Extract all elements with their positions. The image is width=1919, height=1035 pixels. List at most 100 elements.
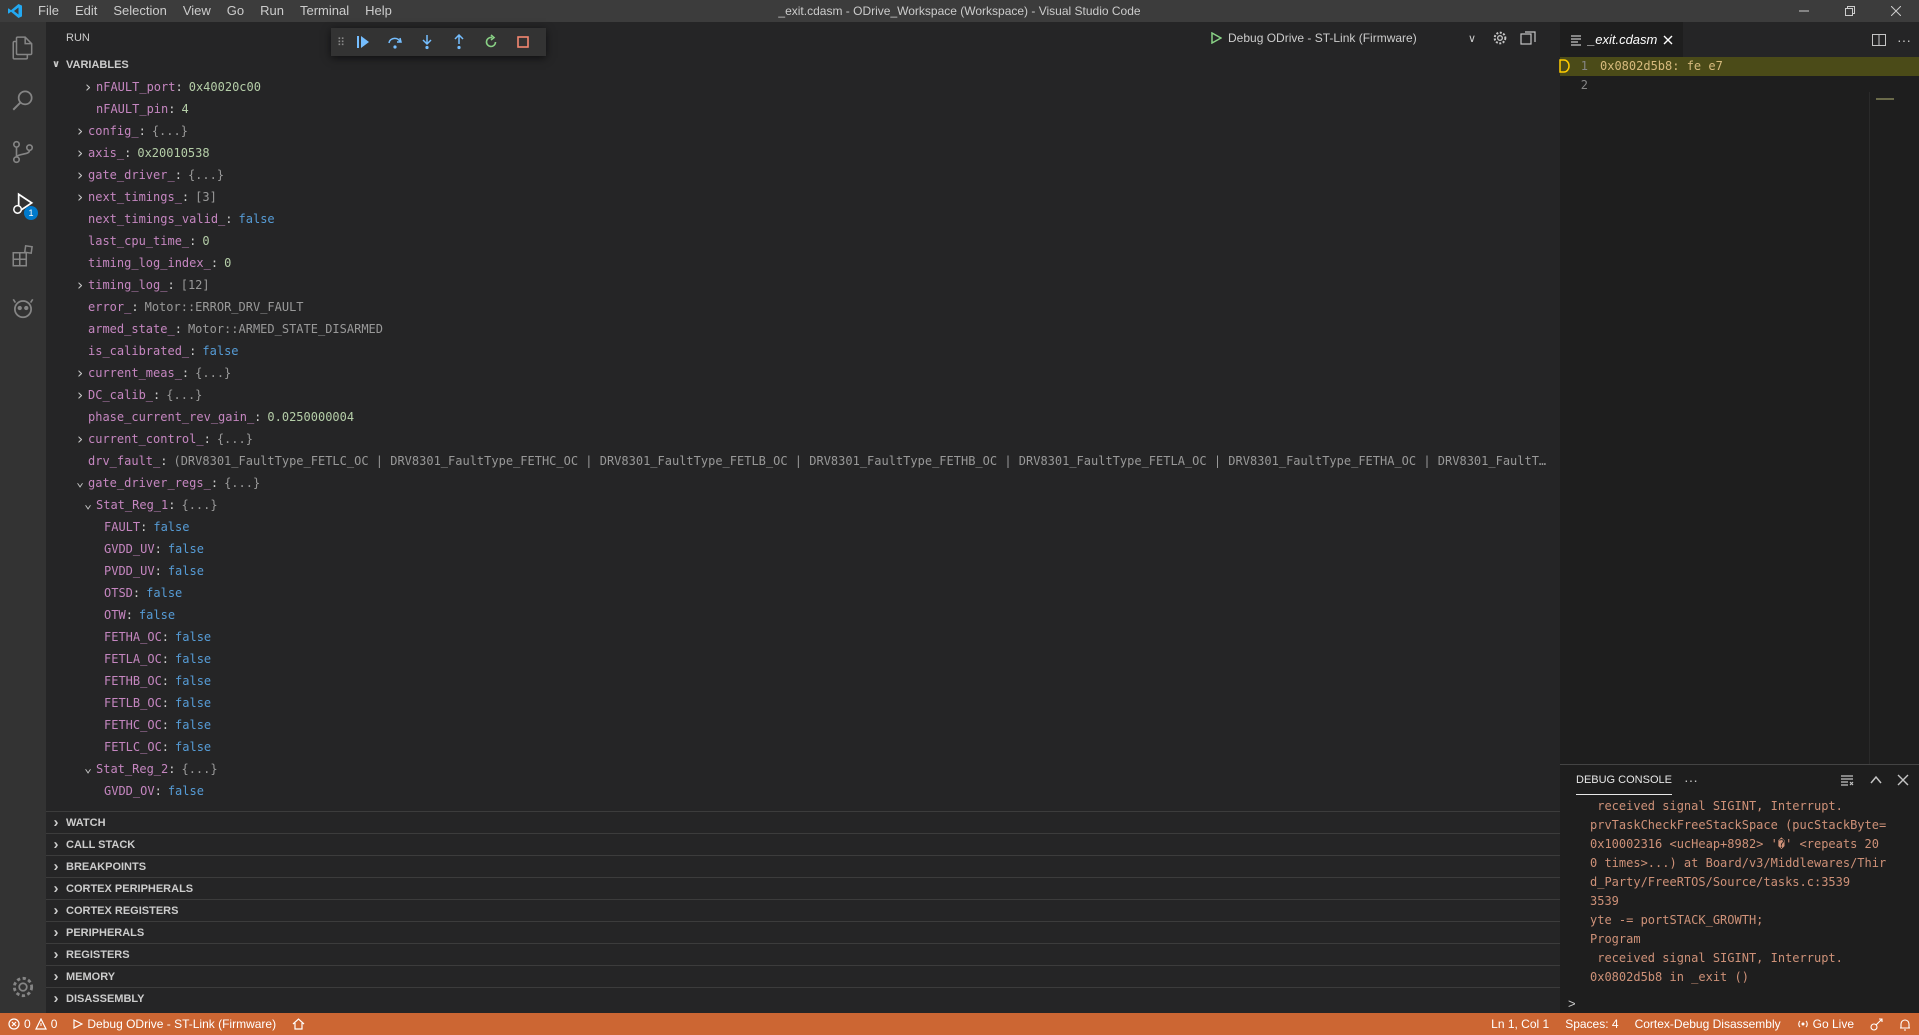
menu-go[interactable]: Go	[219, 0, 252, 22]
language-mode[interactable]: Cortex-Debug Disassembly	[1627, 1013, 1789, 1035]
cursor-position[interactable]: Ln 1, Col 1	[1483, 1013, 1557, 1035]
code-line[interactable]: 2	[1560, 76, 1919, 95]
variable-row[interactable]: nFAULT_pin:4	[46, 98, 1560, 120]
chevron-right-icon[interactable]: ›	[72, 142, 88, 164]
variable-row[interactable]: FETLB_OC: false	[46, 692, 1560, 714]
platformio-alien-icon[interactable]	[0, 282, 46, 334]
explorer-icon[interactable]	[0, 22, 46, 74]
variable-row[interactable]: › current_control_: {...}	[46, 428, 1560, 450]
chevron-down-icon[interactable]: ⌄	[80, 498, 96, 511]
variable-row[interactable]: armed_state_: Motor::ARMED_STATE_DISARMED	[46, 318, 1560, 340]
manage-gear-icon[interactable]	[0, 961, 46, 1013]
chevron-right-icon[interactable]: ›	[72, 164, 88, 186]
debug-status[interactable]: Debug ODrive - ST-Link (Firmware)	[65, 1013, 284, 1035]
indentation-status[interactable]: Spaces: 4	[1557, 1013, 1626, 1035]
close-tab-icon[interactable]	[1663, 35, 1673, 45]
chevron-right-icon[interactable]: ›	[72, 428, 88, 450]
problems-status[interactable]: 0 0	[0, 1013, 65, 1035]
stop-button[interactable]	[507, 28, 539, 56]
section-header-disassembly[interactable]: › DISASSEMBLY	[46, 987, 1560, 1009]
continue-button[interactable]	[347, 28, 379, 56]
chevron-right-icon[interactable]: ›	[72, 384, 88, 406]
console-input-prompt[interactable]: >	[1568, 996, 1576, 1011]
step-out-button[interactable]	[443, 28, 475, 56]
go-live-button[interactable]: Go Live	[1789, 1013, 1862, 1035]
minimize-icon[interactable]	[1781, 0, 1827, 22]
menu-terminal[interactable]: Terminal	[292, 0, 357, 22]
variable-row[interactable]: FETHB_OC: false	[46, 670, 1560, 692]
chevron-right-icon[interactable]: ›	[80, 76, 96, 98]
variable-row[interactable]: FAULT: false	[46, 516, 1560, 538]
variable-row[interactable]: › nFAULT_port:0x40020c00	[46, 76, 1560, 98]
chevron-down-icon[interactable]: ⌄	[80, 762, 96, 775]
section-header-registers[interactable]: › REGISTERS	[46, 943, 1560, 965]
variable-row[interactable]: › gate_driver_: {...}	[46, 164, 1560, 186]
code-line[interactable]: 1 0x0802d5b8: fe e7	[1559, 57, 1919, 76]
run-debug-icon[interactable]: 1	[0, 178, 46, 230]
section-header-memory[interactable]: › MEMORY	[46, 965, 1560, 987]
variable-row[interactable]: › DC_calib_: {...}	[46, 384, 1560, 406]
variable-row[interactable]: ⌄ gate_driver_regs_: {...}	[46, 472, 1560, 494]
variable-row[interactable]: PVDD_UV: false	[46, 560, 1560, 582]
close-window-icon[interactable]	[1873, 0, 1919, 22]
menu-file[interactable]: File	[30, 0, 67, 22]
section-header-peripherals[interactable]: › PERIPHERALS	[46, 921, 1560, 943]
notifications-bell-icon[interactable]	[1891, 1018, 1919, 1031]
section-header-watch[interactable]: › WATCH	[46, 811, 1560, 833]
chevron-right-icon[interactable]: ›	[72, 120, 88, 142]
variable-row[interactable]: › axis_:0x20010538	[46, 142, 1560, 164]
variable-row[interactable]: ⌄ Stat_Reg_2: {...}	[46, 758, 1560, 780]
source-control-icon[interactable]	[0, 126, 46, 178]
section-header-cortex-peripherals[interactable]: › CORTEX PERIPHERALS	[46, 877, 1560, 899]
variable-row[interactable]: FETLA_OC: false	[46, 648, 1560, 670]
variable-row[interactable]: last_cpu_time_:0	[46, 230, 1560, 252]
feedback-icon[interactable]	[1862, 1017, 1891, 1031]
search-icon[interactable]	[0, 74, 46, 126]
variable-row[interactable]: OTSD: false	[46, 582, 1560, 604]
open-launch-json-gear-icon[interactable]	[1492, 30, 1508, 49]
variable-row[interactable]: next_timings_valid_: false	[46, 208, 1560, 230]
chevron-right-icon[interactable]: ›	[72, 186, 88, 208]
maximize-panel-icon[interactable]	[1869, 773, 1883, 787]
variable-row[interactable]: GVDD_OV: false	[46, 780, 1560, 802]
section-header-breakpoints[interactable]: › BREAKPOINTS	[46, 855, 1560, 877]
variable-row[interactable]: error_: Motor::ERROR_DRV_FAULT	[46, 296, 1560, 318]
restart-button[interactable]	[475, 28, 507, 56]
chevron-down-icon[interactable]: ⌄	[72, 476, 88, 489]
panel-more-icon[interactable]: ···	[1684, 772, 1698, 788]
home-icon[interactable]	[284, 1018, 313, 1030]
variable-row[interactable]: FETLC_OC: false	[46, 736, 1560, 758]
variable-row[interactable]: GVDD_UV: false	[46, 538, 1560, 560]
section-header-cortex-registers[interactable]: › CORTEX REGISTERS	[46, 899, 1560, 921]
menu-help[interactable]: Help	[357, 0, 400, 22]
split-editor-icon[interactable]	[1871, 32, 1887, 48]
close-panel-icon[interactable]	[1897, 774, 1909, 786]
variable-row[interactable]: FETHA_OC: false	[46, 626, 1560, 648]
step-over-button[interactable]	[379, 28, 411, 56]
variable-row[interactable]: FETHC_OC: false	[46, 714, 1560, 736]
editor-tab[interactable]: _exit.cdasm	[1560, 22, 1684, 57]
more-actions-icon[interactable]: ···	[1893, 32, 1915, 48]
section-header-call-stack[interactable]: › CALL STACK	[46, 833, 1560, 855]
chevron-right-icon[interactable]: ›	[72, 362, 88, 384]
variable-row[interactable]: › next_timings_: [3]	[46, 186, 1560, 208]
menu-selection[interactable]: Selection	[105, 0, 174, 22]
extensions-icon[interactable]	[0, 230, 46, 282]
drag-handle-icon[interactable]: ⠿	[337, 36, 347, 49]
variable-row[interactable]: OTW: false	[46, 604, 1560, 626]
debug-console-toggle-icon[interactable]	[1520, 30, 1536, 49]
minimap[interactable]	[1869, 92, 1919, 802]
variable-row[interactable]: is_calibrated_: false	[46, 340, 1560, 362]
variables-section-header[interactable]: ∨ VARIABLES	[46, 54, 1560, 76]
variable-row[interactable]: timing_log_index_:0	[46, 252, 1560, 274]
menu-run[interactable]: Run	[252, 0, 292, 22]
menu-view[interactable]: View	[175, 0, 219, 22]
step-into-button[interactable]	[411, 28, 443, 56]
chevron-right-icon[interactable]: ›	[72, 274, 88, 296]
run-config-select[interactable]: Debug ODrive - ST-Link (Firmware) ∨	[1210, 28, 1480, 48]
debug-console-tab[interactable]: DEBUG CONSOLE	[1576, 766, 1672, 795]
restore-icon[interactable]	[1827, 0, 1873, 22]
clear-console-icon[interactable]	[1839, 772, 1855, 788]
variable-row[interactable]: › timing_log_: [12]	[46, 274, 1560, 296]
variable-row[interactable]: phase_current_rev_gain_:0.0250000004	[46, 406, 1560, 428]
